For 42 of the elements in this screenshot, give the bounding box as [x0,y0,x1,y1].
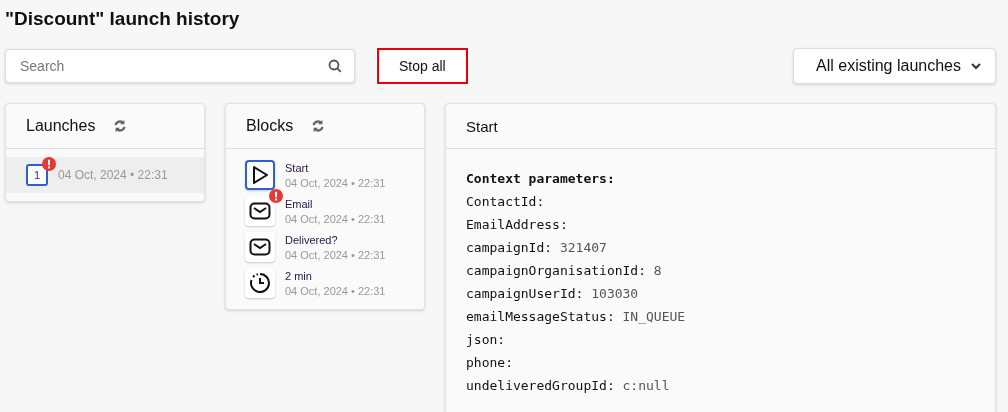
block-date: 04 Oct, 2024 • 22:31 [285,212,386,225]
block-date: 04 Oct, 2024 • 22:31 [285,176,386,189]
param-key: EmailAddress: [466,217,568,232]
envelope-icon [249,202,271,220]
block-name: 2 min [285,269,313,282]
panel-title: Blocks [246,117,294,135]
chevron-down-icon [971,62,981,70]
refresh-icon[interactable] [113,119,128,133]
param-key: phone: [466,355,513,370]
param-value: 103030 [591,286,639,301]
param-value: IN_QUEUE [622,309,686,324]
page-title: "Discount" launch history [5,8,241,30]
search-icon [328,59,342,73]
search-field[interactable]: Search [5,49,355,83]
param-key: undeliveredGroupId: [466,378,615,393]
block-date: 04 Oct, 2024 • 22:31 [285,284,386,297]
param-key: campaignOrganisationId: [466,263,646,278]
param-key: emailMessageStatus: [466,309,615,324]
block-name: Delivered? [285,233,339,246]
panel-title: Launches [26,117,96,135]
block-date: 04 Oct, 2024 • 22:31 [285,248,386,261]
launch-item[interactable]: 1 04 Oct, 2024 • 22:31 [6,157,204,193]
param-key: json: [466,332,506,347]
block-name: Start [285,161,310,174]
param-value: c:null [622,378,670,393]
param-value: 8 [653,263,662,278]
param-key: campaignUserId: [466,286,584,301]
block-tile[interactable] [245,160,275,190]
block-name: Email [285,197,314,210]
timer-icon [249,272,271,294]
play-icon [250,165,270,185]
params-heading: Context parameters: [466,170,616,188]
stop-all-button[interactable]: Stop all [377,48,468,84]
launch-filter-dropdown[interactable]: All existing launches [793,48,996,84]
param-key: ContactId: [466,194,545,209]
param-value: 321407 [559,240,607,255]
launch-date: 04 Oct, 2024 • 22:31 [58,168,168,182]
envelope-icon [249,238,271,256]
launch-number: 1 [26,164,48,186]
param-key: campaignId: [466,240,553,255]
panel-title: Start [466,117,498,135]
refresh-icon[interactable] [311,119,326,133]
